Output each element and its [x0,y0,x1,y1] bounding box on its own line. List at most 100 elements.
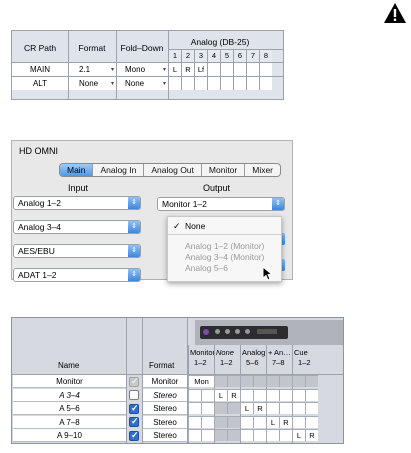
output-assign-cell[interactable]: Mon [188,375,214,387]
column-header: Analog [242,348,266,357]
output-assign-cell[interactable] [266,375,279,387]
menu-item-none[interactable]: ✓ None [168,221,281,231]
output-assign-cell[interactable] [305,402,318,414]
output-assign-cell[interactable] [188,402,201,414]
output-assign-cell[interactable] [279,375,292,387]
output-assign-cell[interactable]: R [253,402,266,414]
output-assign-cell[interactable] [240,415,253,428]
channel-assign-cell[interactable] [259,77,272,90]
output-assign-cell[interactable]: R [279,415,292,428]
output-assign-cell[interactable] [253,429,266,441]
output-assign-cell[interactable] [253,415,266,428]
fold-down-select-value: None [125,79,145,88]
output-assign-cell[interactable] [266,388,279,401]
output-assign-cell[interactable] [214,415,227,428]
column-header: Cue [294,348,308,357]
input-select[interactable]: Analog 1–2 ⇕ [13,196,141,210]
output-assign-cell[interactable] [188,388,201,401]
output-assign-cell[interactable] [227,429,240,441]
output-assign-cell[interactable] [188,429,201,441]
output-assign-cell[interactable] [214,402,227,414]
row-enable-checkbox[interactable] [129,403,139,414]
row-enable-checkbox[interactable] [129,390,139,400]
channel-assign-cell[interactable] [233,63,246,76]
tab-mixer[interactable]: Mixer [245,164,280,176]
input-select[interactable]: AES/EBU ⇕ [13,244,141,258]
output-assign-cell[interactable]: L [214,388,227,401]
output-assign-cell[interactable] [201,415,214,428]
output-assign-cell[interactable] [214,429,227,441]
menu-item-analog-1-2-monitor: Analog 1–2 (Monitor) [185,241,265,251]
output-assign-cell[interactable] [188,415,201,428]
format-select[interactable]: 2.1 ▾ [69,63,116,76]
track-format: Stereo [143,415,187,429]
tab-main[interactable]: Main [60,164,94,176]
channel-assign-cell[interactable] [246,63,259,76]
channel-assign-cell[interactable]: L [168,63,181,76]
tab-monitor[interactable]: Monitor [202,164,246,176]
output-assign-cell[interactable] [240,388,253,401]
row-enable-checkbox[interactable] [129,376,139,387]
menu-item-none-label: None [185,221,206,231]
output-assign-cell[interactable] [201,429,214,441]
output-assign-cell[interactable] [201,388,214,401]
output-assign-cell[interactable] [227,415,240,428]
output-assign-cell[interactable] [253,388,266,401]
output-assign-cell[interactable] [201,402,214,414]
channel-assign-cell[interactable] [220,63,233,76]
menu-item-analog-3-4-monitor: Analog 3–4 (Monitor) [185,252,265,262]
output-assign-cell[interactable] [305,415,318,428]
output-assign-cell[interactable] [292,388,305,401]
output-assign-cell[interactable] [266,402,279,414]
channel-assign-cell[interactable] [259,63,272,76]
output-assign-cell[interactable] [227,402,240,414]
output-select[interactable]: Monitor 1–2 ⇕ [157,197,285,211]
channel-assign-cell[interactable] [194,77,207,90]
channel-assign-cell[interactable] [220,77,233,90]
output-assign-cell[interactable] [279,402,292,414]
channel-assign-cell[interactable] [246,77,259,90]
input-select[interactable]: Analog 3–4 ⇕ [13,220,141,234]
output-assign-cell[interactable]: L [240,402,253,414]
output-assign-cell[interactable]: R [305,429,318,441]
output-assign-cell[interactable] [292,402,305,414]
hd-omni-settings-panel: HD OMNI Main Analog In Analog Out Monitor Mi… [11,140,293,282]
output-assign-cell[interactable] [279,388,292,401]
input-select-value: Analog 3–4 [18,222,62,232]
tab-analog-in[interactable]: Analog In [93,164,145,176]
output-assign-cell[interactable] [253,375,266,387]
output-assign-cell[interactable] [305,375,318,387]
output-assign-cell[interactable] [292,415,305,428]
channel-assign-cell[interactable] [207,63,220,76]
output-assign-cell[interactable]: L [292,429,305,441]
output-assign-cell[interactable] [214,375,227,387]
output-assign-cell[interactable]: L [266,415,279,428]
output-assign-cell[interactable] [305,388,318,401]
row-enable-checkbox[interactable] [129,416,139,427]
chevron-down-icon: ▾ [162,81,166,87]
output-assign-cell[interactable] [266,429,279,441]
output-assign-cell[interactable]: R [227,388,240,401]
channel-assign-cell[interactable] [207,77,220,90]
input-select[interactable]: ADAT 1–2 ⇕ [13,268,141,282]
fold-down-select[interactable]: None ▾ [117,77,168,90]
mouse-pointer-icon [262,266,273,281]
output-assign-cell[interactable] [240,429,253,441]
channel-assign-cell[interactable]: Lf [194,63,207,76]
output-assign-cell[interactable] [279,429,292,441]
output-assign-cell[interactable] [292,375,305,387]
format-select[interactable]: None ▾ [69,77,116,90]
output-assign-cell[interactable] [227,375,240,387]
output-assign-cell[interactable] [240,375,253,387]
tab-analog-out[interactable]: Analog Out [144,164,202,176]
track-format: Stereo [143,388,187,402]
channel-assign-cell[interactable] [233,77,246,90]
channel-assign-cell[interactable]: R [181,63,194,76]
fold-down-select[interactable]: Mono ▾ [117,63,168,76]
row-enable-checkbox[interactable] [129,430,139,441]
channel-assign-cell[interactable] [168,77,181,90]
cr-path-name: ALT [12,77,68,90]
fold-down-header: Fold–Down [120,43,164,53]
channel-assign-cell[interactable] [181,77,194,90]
fold-down-select-value: Mono [125,65,146,74]
